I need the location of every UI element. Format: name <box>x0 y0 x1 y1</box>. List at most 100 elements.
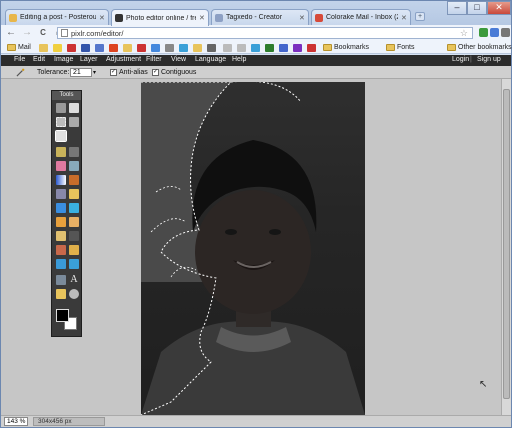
bookmark-favicon-icon[interactable] <box>293 44 302 52</box>
burn-tool-icon[interactable] <box>69 231 79 241</box>
pencil-tool-icon[interactable] <box>56 147 66 157</box>
status-bar: 143 % 304x456 px <box>1 415 511 427</box>
tool-options-bar: Tolerance: 21 ▾ ✓ Anti-alias ✓ Contiguou… <box>1 66 511 79</box>
tab-close-icon[interactable]: ✕ <box>401 14 407 22</box>
zoom-tool-icon[interactable] <box>69 289 79 299</box>
tab-close-icon[interactable]: ✕ <box>299 14 305 22</box>
pinch-tool-icon[interactable] <box>69 259 79 269</box>
bookmark-favicon-icon[interactable] <box>67 44 76 52</box>
bookmark-favicon-icon[interactable] <box>207 44 216 52</box>
menu-filter[interactable]: Filter <box>146 56 162 63</box>
bookmark-folder-bookmarks[interactable]: Bookmarks <box>323 43 369 52</box>
blur-tool-icon[interactable] <box>56 203 66 213</box>
tab-close-icon[interactable]: ✕ <box>99 14 105 22</box>
brush-tool-icon[interactable] <box>69 147 79 157</box>
antialias-checkbox[interactable]: ✓ <box>110 69 117 76</box>
color-replace-tool-icon[interactable] <box>56 189 66 199</box>
bookmark-mail[interactable]: Mail <box>7 43 31 52</box>
gradient-tool-icon[interactable] <box>56 175 66 185</box>
bookmark-favicon-icon[interactable] <box>179 44 188 52</box>
bookmark-favicon-icon[interactable] <box>237 44 246 52</box>
bookmark-folder-fonts[interactable]: Fonts <box>386 43 415 52</box>
menu-image[interactable]: Image <box>54 56 73 63</box>
menu-language[interactable]: Language <box>195 56 226 63</box>
tab-pixlr-editor[interactable]: Photo editor online / free... ✕ <box>111 9 209 26</box>
signup-link[interactable]: Sign up <box>477 56 501 63</box>
bloat-tool-icon[interactable] <box>56 259 66 269</box>
minimize-button[interactable]: – <box>447 1 467 15</box>
drawing-tool-icon[interactable] <box>69 189 79 199</box>
bookmark-favicon-icon[interactable] <box>279 44 288 52</box>
bookmark-favicon-icon[interactable] <box>307 44 316 52</box>
tab-close-icon[interactable]: ✕ <box>199 14 205 22</box>
sponge-tool-icon[interactable] <box>69 217 79 227</box>
bookmark-favicon-icon[interactable] <box>123 44 132 52</box>
close-window-button[interactable]: ✕ <box>487 1 511 15</box>
menu-view[interactable]: View <box>171 56 186 63</box>
menu-layer[interactable]: Layer <box>80 56 98 63</box>
spot-heal-tool-icon[interactable] <box>69 245 79 255</box>
browser-toolbar: ← → C ⌂ pixlr.com/editor/ ☆ <box>1 25 511 41</box>
lasso-tool-icon[interactable] <box>69 117 79 127</box>
marquee-tool-icon[interactable] <box>56 117 66 127</box>
tolerance-input[interactable]: 21 <box>70 68 92 77</box>
smudge-tool-icon[interactable] <box>56 217 66 227</box>
tab-posterous[interactable]: Editing a post - Posterous ✕ <box>5 9 109 25</box>
clone-stamp-tool-icon[interactable] <box>69 175 79 185</box>
page-menu-icon[interactable] <box>490 28 499 37</box>
zoom-level-input[interactable]: 143 % <box>4 417 28 426</box>
back-button[interactable]: ← <box>5 27 17 39</box>
folder-icon <box>386 44 395 51</box>
bookmark-favicon-icon[interactable] <box>137 44 146 52</box>
menu-file[interactable]: File <box>14 56 25 63</box>
crop-tool-icon[interactable] <box>56 103 66 113</box>
bookmark-favicon-icon[interactable] <box>95 44 104 52</box>
bookmark-favicon-icon[interactable] <box>151 44 160 52</box>
type-tool-icon[interactable]: A <box>69 275 79 285</box>
bookmark-favicon-icon[interactable] <box>165 44 174 52</box>
menu-help[interactable]: Help <box>232 56 246 63</box>
bookmark-favicon-icon[interactable] <box>251 44 260 52</box>
login-link[interactable]: Login <box>452 56 469 63</box>
vertical-scrollbar[interactable] <box>501 79 511 415</box>
menu-adjustment[interactable]: Adjustment <box>106 56 141 63</box>
bookmark-favicon-icon[interactable] <box>81 44 90 52</box>
paint-bucket-tool-icon[interactable] <box>69 161 79 171</box>
extension-icon[interactable] <box>479 28 488 37</box>
bookmark-favicon-icon[interactable] <box>39 44 48 52</box>
magic-wand-tool-icon[interactable] <box>55 130 67 142</box>
color-picker-tool-icon[interactable] <box>56 275 66 285</box>
bookmark-other[interactable]: Other bookmarks <box>447 43 512 52</box>
reload-button[interactable]: C <box>37 27 49 39</box>
sharpen-tool-icon[interactable] <box>69 203 79 213</box>
photo-boy-smiling <box>141 82 365 415</box>
eraser-tool-icon[interactable] <box>56 161 66 171</box>
wrench-icon[interactable] <box>501 28 510 37</box>
bookmark-favicon-icon[interactable] <box>53 44 62 52</box>
bookmark-favicon-icon[interactable] <box>265 44 274 52</box>
bookmark-star-icon[interactable]: ☆ <box>460 28 468 38</box>
dodge-tool-icon[interactable] <box>56 231 66 241</box>
address-bar[interactable]: pixlr.com/editor/ ☆ <box>57 27 473 39</box>
new-tab-button[interactable]: + <box>415 12 425 21</box>
maximize-button[interactable]: □ <box>467 1 487 15</box>
tab-tagxedo[interactable]: Tagxedo - Creator ✕ <box>211 9 309 25</box>
menu-edit[interactable]: Edit <box>33 56 45 63</box>
contiguous-checkbox[interactable]: ✓ <box>152 69 159 76</box>
bookmark-favicon-icon[interactable] <box>193 44 202 52</box>
address-url: pixlr.com/editor/ <box>71 28 124 38</box>
tab-colorake-mail[interactable]: Colorake Mail - Inbox (2) ... ✕ <box>311 9 411 25</box>
tagxedo-favicon-icon <box>215 13 223 22</box>
tab-title: Editing a post - Posterous <box>20 14 96 21</box>
red-eye-tool-icon[interactable] <box>56 245 66 255</box>
move-tool-icon[interactable] <box>69 103 79 113</box>
hand-tool-icon[interactable] <box>56 289 66 299</box>
bookmark-favicon-icon[interactable] <box>223 44 232 52</box>
bookmark-favicon-icon[interactable] <box>109 44 118 52</box>
foreground-color-swatch[interactable] <box>56 309 69 322</box>
image-canvas[interactable] <box>141 82 365 415</box>
forward-button[interactable]: → <box>21 27 33 39</box>
tolerance-dropdown-icon[interactable]: ▾ <box>93 69 96 76</box>
bookmark-label: Fonts <box>397 44 415 51</box>
scrollbar-thumb[interactable] <box>503 89 510 399</box>
